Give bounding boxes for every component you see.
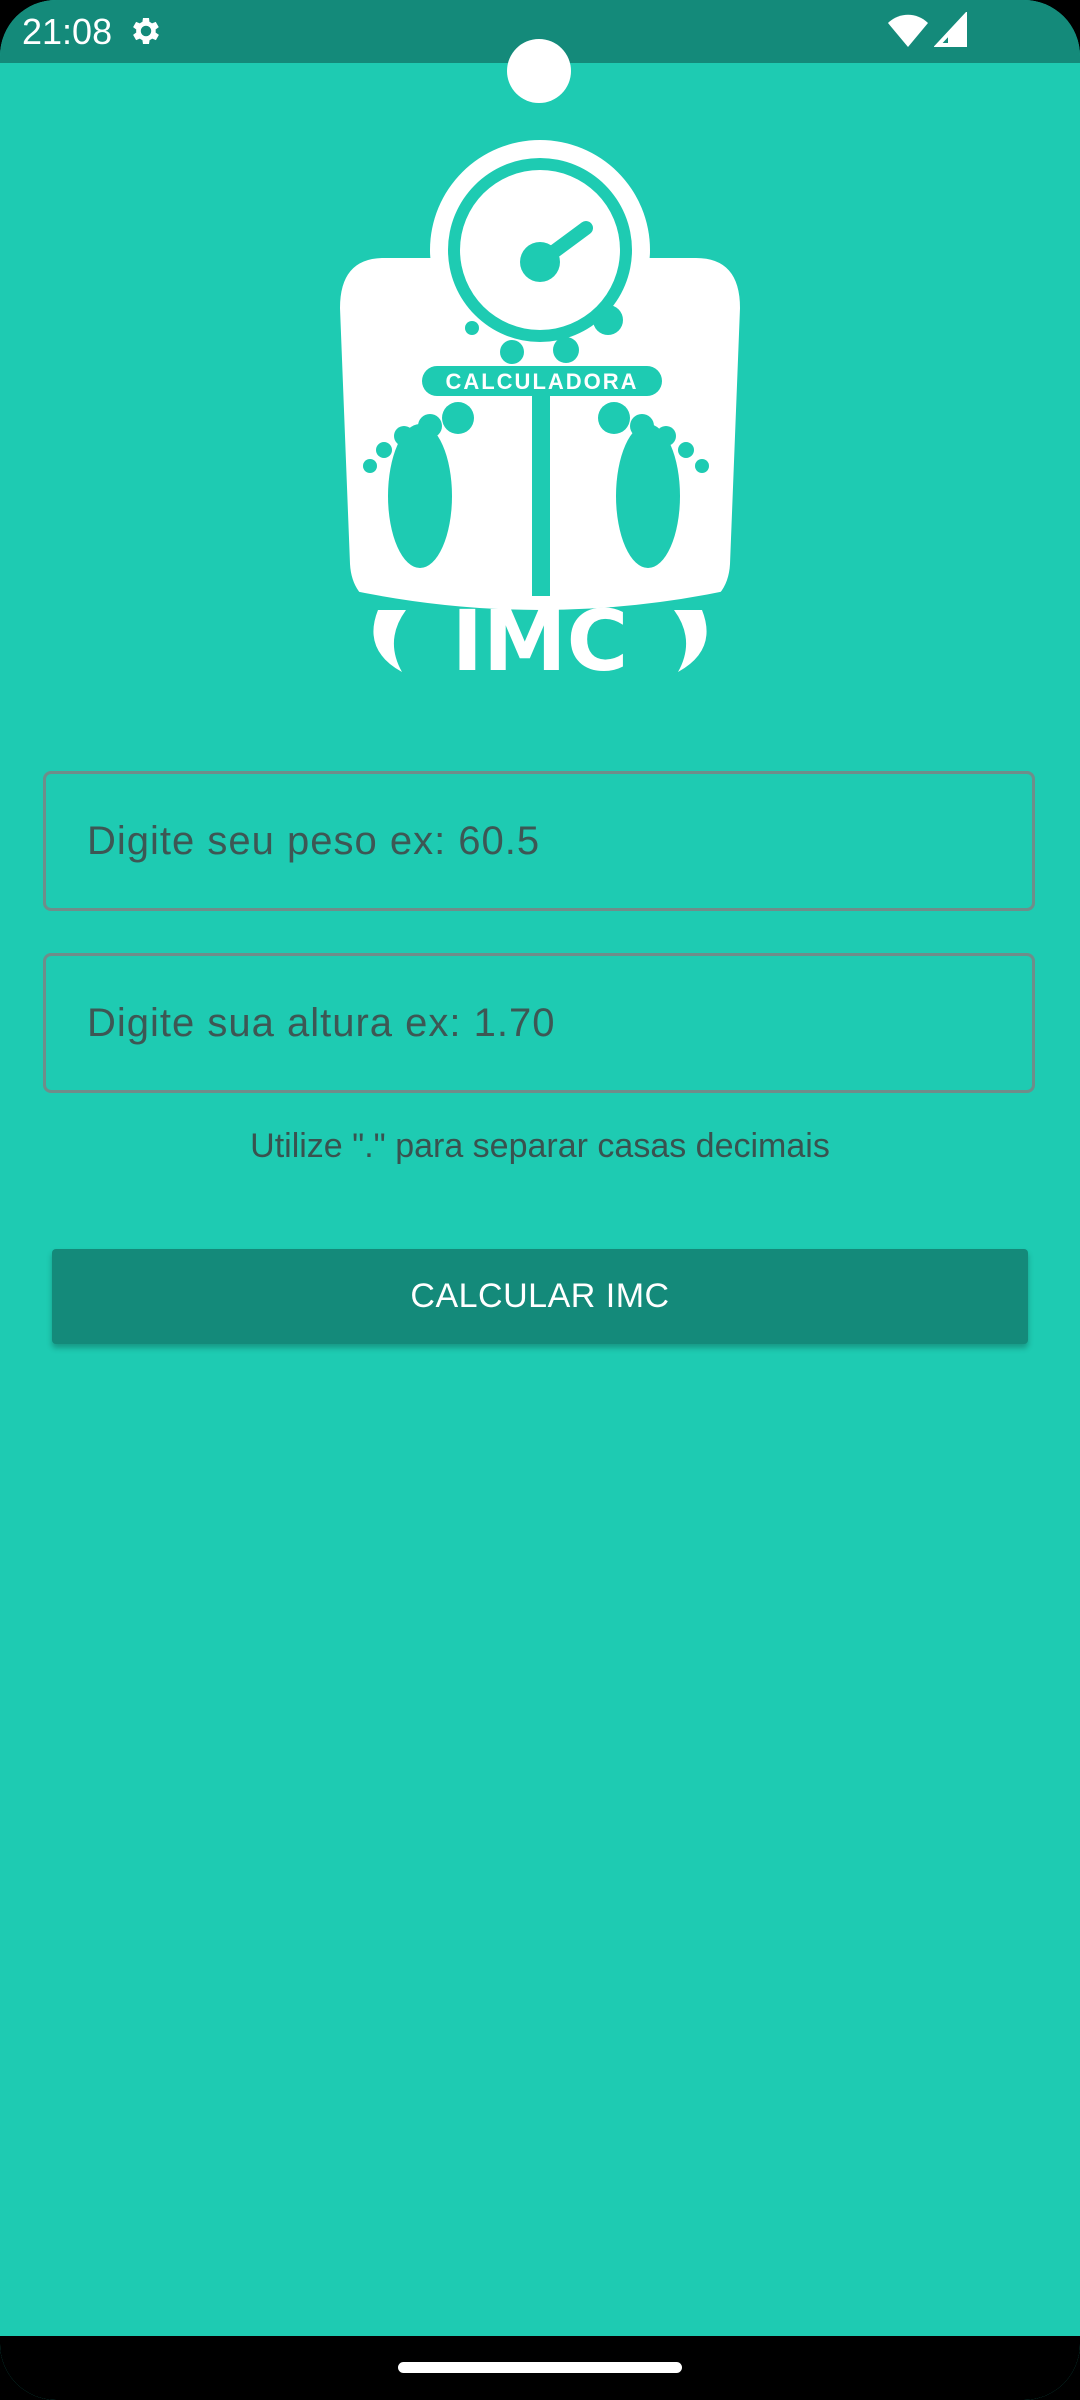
signal-icon	[934, 12, 967, 47]
camera-cutout	[507, 39, 571, 103]
decimal-hint: Utilize "." para separar casas decimais	[250, 1127, 830, 1165]
status-time: 21:08	[22, 11, 113, 52]
height-input[interactable]	[46, 956, 1032, 1090]
calculate-imc-button[interactable]: CALCULAR IMC	[52, 1249, 1028, 1344]
weight-input[interactable]	[46, 774, 1032, 908]
app-screen: 21:08 CALCULADORA IMC Digite seu peso ex…	[0, 0, 1080, 2400]
wifi-icon	[888, 14, 928, 47]
height-field[interactable]	[43, 953, 1035, 1093]
weight-field[interactable]	[43, 771, 1035, 911]
logo-main-text: IMC	[452, 592, 629, 680]
logo-top-text: CALCULADORA	[445, 369, 638, 394]
home-gesture-handle[interactable]	[398, 2362, 682, 2373]
gear-icon	[133, 17, 159, 45]
imc-calculator-logo: CALCULADORA IMC	[340, 140, 740, 680]
